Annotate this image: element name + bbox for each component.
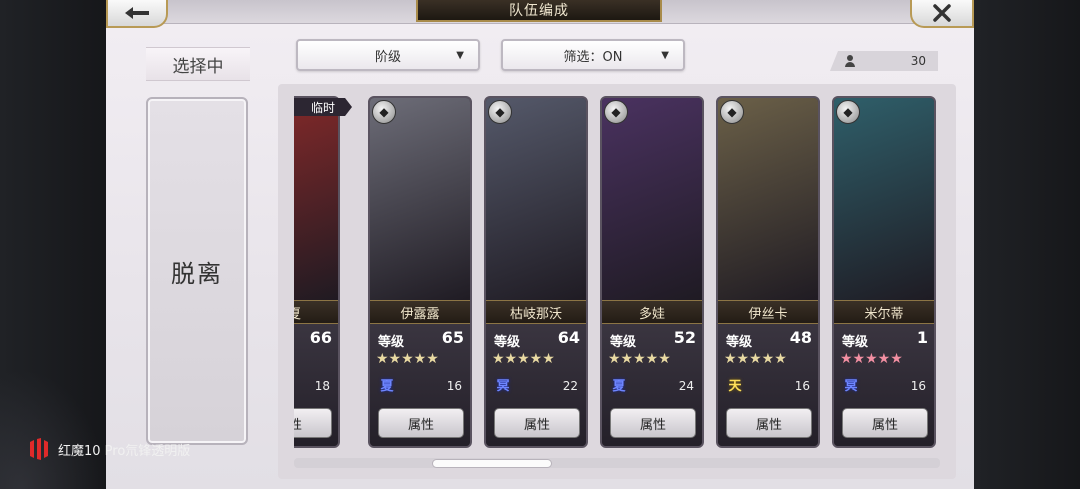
character-portrait <box>834 98 934 304</box>
character-portrait <box>602 98 702 304</box>
attribute-button[interactable]: 属性 <box>494 408 580 438</box>
character-card[interactable]: ◆ 多娃等级 52 ★★★★★ 夏 24 属性 <box>600 96 704 448</box>
character-card[interactable]: ◆ 伊丝卡等级 48 ★★★★★ 天 16 属性 <box>716 96 820 448</box>
cost-value: 16 <box>794 379 810 393</box>
right-margin <box>974 0 1080 489</box>
level-value: 65 <box>441 328 464 347</box>
attribute-button[interactable]: 属性 <box>294 408 332 438</box>
game-screen: 队伍编成 阶级 ▼ 筛选：ON ▼ 30 选择中 脱离 配置艾夏66★★★18属… <box>0 0 1080 489</box>
level-label: 等级 <box>378 335 405 350</box>
watermark-text: 红魔10 Pro氘锋透明版 <box>58 443 191 459</box>
chevron-down-icon: ▼ <box>661 50 669 61</box>
cost-value: 16 <box>446 379 462 393</box>
cost-value: 22 <box>562 379 578 393</box>
close-icon <box>933 4 951 22</box>
level-value: 1 <box>916 328 928 347</box>
class-badge-icon: ◆ <box>372 100 396 124</box>
horizontal-scrollbar[interactable] <box>294 458 940 468</box>
level-label: 等级 <box>610 335 637 350</box>
rarity-stars: ★★★★★ <box>840 351 903 367</box>
level-label: 等级 <box>494 335 521 350</box>
filter-dropdown-label: 筛选：ON <box>563 49 623 65</box>
character-name: 枯岐那沃 <box>486 300 586 324</box>
character-name: 米尔蒂 <box>834 300 934 324</box>
device-watermark: 红魔10 Pro氘锋透明版 <box>28 438 190 460</box>
class-badge-icon: ◆ <box>720 100 744 124</box>
level-value: 64 <box>557 328 580 347</box>
cost-value: 24 <box>678 379 694 393</box>
rarity-stars: ★★★★★ <box>724 351 787 367</box>
attribute-button[interactable]: 属性 <box>726 408 812 438</box>
close-button[interactable] <box>910 0 974 28</box>
person-icon <box>844 55 856 67</box>
element-icon: 夏 <box>612 378 626 394</box>
level-value: 48 <box>789 328 812 347</box>
character-roster: 配置艾夏66★★★18属性◆伊露露等级65★★★★★夏16属性◆枯岐那沃等级64… <box>294 96 940 448</box>
temporary-tag: 临时 <box>294 98 352 116</box>
character-portrait <box>486 98 586 304</box>
class-badge-icon: ◆ <box>836 100 860 124</box>
scrollbar-thumb[interactable] <box>432 459 552 468</box>
chevron-down-icon: ▼ <box>456 50 464 61</box>
class-badge-icon: ◆ <box>488 100 512 124</box>
character-portrait <box>370 98 470 304</box>
left-margin <box>0 0 106 489</box>
unit-count-value: 30 <box>910 54 926 68</box>
unit-count: 30 <box>830 51 938 71</box>
attribute-button[interactable]: 属性 <box>610 408 696 438</box>
cost-value: 16 <box>910 379 926 393</box>
red-magic-logo-icon <box>30 438 48 460</box>
class-badge-icon: ◆ <box>604 100 628 124</box>
character-name: 伊丝卡 <box>718 300 818 324</box>
character-name: 伊露露 <box>370 300 470 324</box>
rarity-stars: ★★★★★ <box>492 351 555 367</box>
element-icon: 天 <box>728 378 742 394</box>
sort-dropdown[interactable]: 阶级 ▼ <box>296 39 480 71</box>
character-portrait <box>718 98 818 304</box>
leave-button[interactable]: 脱离 <box>146 97 248 445</box>
element-icon: 夏 <box>380 378 394 394</box>
attribute-button[interactable]: 属性 <box>842 408 928 438</box>
page-title: 队伍编成 <box>416 0 662 22</box>
character-portrait <box>294 98 338 304</box>
attribute-button[interactable]: 属性 <box>378 408 464 438</box>
character-card[interactable]: 配置艾夏66★★★18属性 <box>294 96 340 448</box>
back-button[interactable] <box>106 0 168 28</box>
character-card[interactable]: ◆ 枯岐那沃等级 64 ★★★★★ 冥 22 属性 <box>484 96 588 448</box>
level-label: 等级 <box>726 335 753 350</box>
back-arrow-icon <box>125 7 149 19</box>
character-card[interactable]: ◆ 米尔蒂等级 1 ★★★★★ 冥 16 属性 <box>832 96 936 448</box>
level-value: 66 <box>309 328 332 347</box>
filter-dropdown[interactable]: 筛选：ON ▼ <box>501 39 685 71</box>
sort-dropdown-label: 阶级 <box>374 49 401 65</box>
level-value: 52 <box>673 328 696 347</box>
rarity-stars: ★★★★★ <box>376 351 439 367</box>
character-name: 艾夏 <box>294 300 338 324</box>
element-icon: 冥 <box>496 378 510 394</box>
element-icon: 冥 <box>844 378 858 394</box>
character-name: 多娃 <box>602 300 702 324</box>
rarity-stars: ★★★★★ <box>608 351 671 367</box>
cost-value: 18 <box>314 379 330 393</box>
selecting-label: 选择中 <box>146 47 250 81</box>
character-card[interactable]: ◆ 伊露露等级 65 ★★★★★ 夏 16 属性 <box>368 96 472 448</box>
level-label: 等级 <box>842 335 869 350</box>
